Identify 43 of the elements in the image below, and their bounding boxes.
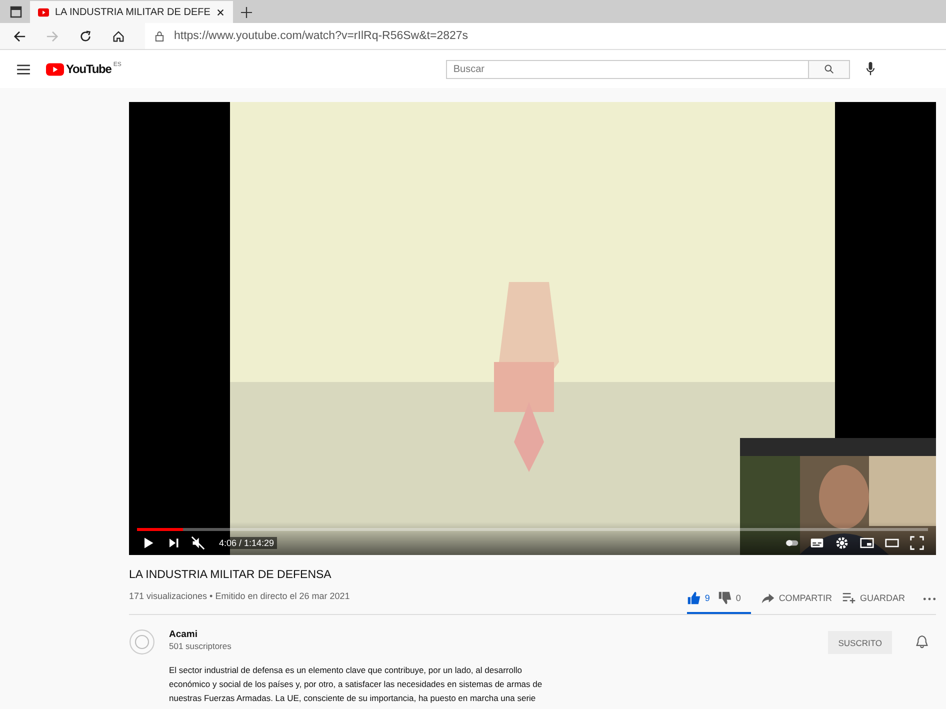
thumbs-down-icon bbox=[718, 591, 732, 605]
progress-bar[interactable] bbox=[137, 528, 928, 531]
video-meta: 171 visualizaciones • Emitido en directo el 26 mar 2021 bbox=[129, 591, 350, 601]
new-tab-icon[interactable] bbox=[241, 7, 252, 18]
logo-text[interactable]: YouTube bbox=[66, 62, 112, 76]
thumbs-up-icon bbox=[686, 591, 701, 605]
logo-icon bbox=[46, 63, 64, 76]
tab-actions-icon[interactable] bbox=[10, 6, 22, 18]
share-icon bbox=[760, 591, 775, 605]
video-icon bbox=[38, 8, 49, 16]
miniplayer-icon[interactable] bbox=[860, 536, 874, 550]
search-field[interactable]: Buscar bbox=[446, 60, 810, 78]
close-icon[interactable] bbox=[216, 8, 226, 16]
browser-tab[interactable]: LA INDUSTRIA MILITAR DE DEFE bbox=[30, 1, 234, 23]
dislike-button[interactable]: 0 bbox=[718, 589, 741, 607]
reload-icon[interactable] bbox=[79, 30, 92, 42]
address-bar[interactable]: https://www.youtube.com/watch?v=rIlRq-R56Sw&t=2827s bbox=[145, 23, 946, 49]
share-button[interactable]: COMPARTIR bbox=[760, 589, 832, 607]
back-icon[interactable] bbox=[13, 30, 26, 42]
microphone-icon[interactable] bbox=[866, 62, 876, 76]
like-button[interactable]: 9 bbox=[686, 589, 710, 607]
fullscreen-icon[interactable] bbox=[910, 536, 924, 550]
search-icon bbox=[824, 64, 834, 74]
time-display: 4:06 / 1:14:29 bbox=[216, 537, 278, 549]
bell-icon[interactable] bbox=[916, 635, 928, 649]
subtitles-icon[interactable] bbox=[810, 536, 824, 550]
tab-title: LA INDUSTRIA MILITAR DE DEFE bbox=[55, 6, 210, 18]
playlist-add-icon bbox=[842, 591, 856, 605]
settings-icon[interactable] bbox=[835, 536, 849, 550]
channel-name[interactable]: Acami bbox=[169, 629, 814, 640]
menu-icon[interactable] bbox=[17, 64, 30, 74]
theater-mode-icon[interactable] bbox=[885, 536, 899, 550]
search-button[interactable] bbox=[809, 60, 850, 78]
video-title: LA INDUSTRIA MILITAR DE DEFENSA bbox=[129, 569, 332, 581]
save-button[interactable]: GUARDAR bbox=[842, 589, 905, 607]
lock-icon bbox=[155, 30, 164, 42]
subscriber-count: 501 suscriptores bbox=[169, 641, 232, 651]
home-icon[interactable] bbox=[112, 30, 125, 42]
url-text: https://www.youtube.com/watch?v=rIlRq-R56Sw&t=2827s bbox=[174, 30, 468, 42]
video-description: El sector industrial de defensa es un elemento clave que contribuye, por un lado, al desarrollo económico y social de los países y, por otro, a satisfacer las necesidades en sistemas de armas de nuestras Fuerzas Armadas. La UE, consciente de su importancia, ha puesto en marcha una serie bbox=[169, 664, 544, 705]
more-icon[interactable] bbox=[923, 597, 936, 601]
subscribed-button[interactable]: SUSCRITO bbox=[828, 631, 892, 654]
volume-icon[interactable] bbox=[191, 536, 205, 550]
